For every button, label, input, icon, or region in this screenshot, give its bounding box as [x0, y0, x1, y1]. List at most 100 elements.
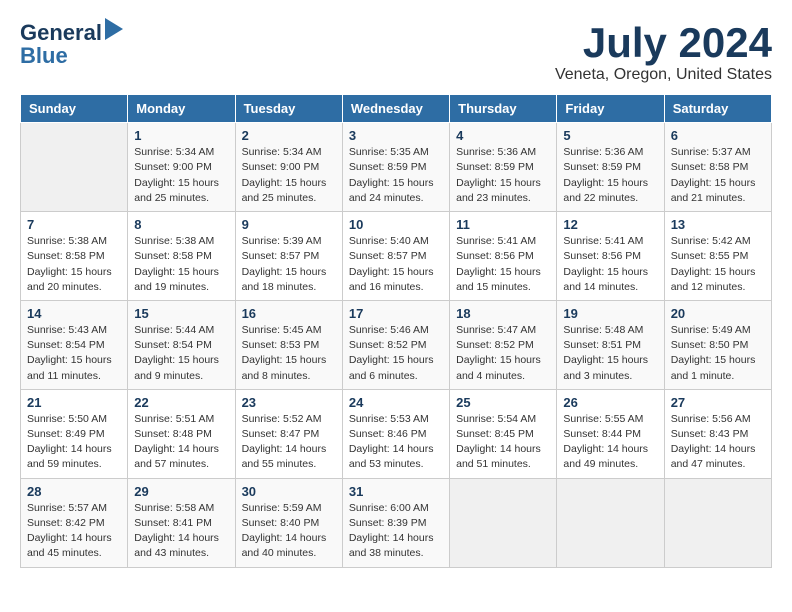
day-info: Sunrise: 5:37 AM Sunset: 8:58 PM Dayligh…	[671, 145, 765, 206]
calendar-day-cell: 11 Sunrise: 5:41 AM Sunset: 8:56 PM Dayli…	[450, 212, 557, 301]
day-info: Sunrise: 5:51 AM Sunset: 8:48 PM Dayligh…	[134, 412, 228, 473]
day-info: Sunrise: 5:44 AM Sunset: 8:54 PM Dayligh…	[134, 323, 228, 384]
day-info: Sunrise: 5:56 AM Sunset: 8:43 PM Dayligh…	[671, 412, 765, 473]
day-number: 7	[27, 217, 121, 232]
calendar-day-cell: 13 Sunrise: 5:42 AM Sunset: 8:55 PM Dayli…	[664, 212, 771, 301]
day-info: Sunrise: 5:34 AM Sunset: 9:00 PM Dayligh…	[242, 145, 336, 206]
day-number: 15	[134, 306, 228, 321]
day-number: 9	[242, 217, 336, 232]
calendar-day-cell: 29 Sunrise: 5:58 AM Sunset: 8:41 PM Dayli…	[128, 478, 235, 567]
calendar-day-cell	[557, 478, 664, 567]
day-number: 14	[27, 306, 121, 321]
day-number: 21	[27, 395, 121, 410]
day-info: Sunrise: 5:57 AM Sunset: 8:42 PM Dayligh…	[27, 501, 121, 562]
day-number: 29	[134, 484, 228, 499]
calendar-day-cell: 12 Sunrise: 5:41 AM Sunset: 8:56 PM Dayli…	[557, 212, 664, 301]
day-of-week-header: Saturday	[664, 95, 771, 123]
calendar-day-cell	[664, 478, 771, 567]
logo-triangle-icon	[105, 18, 123, 45]
calendar-day-cell: 22Sunrise: 5:51 AM Sunset: 8:48 PM Dayli…	[128, 389, 235, 478]
calendar-week-row: 14 Sunrise: 5:43 AM Sunset: 8:54 PM Dayli…	[21, 300, 772, 389]
calendar-day-cell: 26 Sunrise: 5:55 AM Sunset: 8:44 PM Dayli…	[557, 389, 664, 478]
calendar-body: 1 Sunrise: 5:34 AM Sunset: 9:00 PM Daylig…	[21, 123, 772, 567]
day-info: Sunrise: 6:00 AM Sunset: 8:39 PM Dayligh…	[349, 501, 443, 562]
day-info: Sunrise: 5:40 AM Sunset: 8:57 PM Dayligh…	[349, 234, 443, 295]
day-info: Sunrise: 5:46 AM Sunset: 8:52 PM Dayligh…	[349, 323, 443, 384]
day-info: Sunrise: 5:50 AM Sunset: 8:49 PM Dayligh…	[27, 412, 121, 473]
day-number: 24	[349, 395, 443, 410]
calendar-week-row: 28 Sunrise: 5:57 AM Sunset: 8:42 PM Dayli…	[21, 478, 772, 567]
day-number: 28	[27, 484, 121, 499]
day-info: Sunrise: 5:43 AM Sunset: 8:54 PM Dayligh…	[27, 323, 121, 384]
day-number: 12	[563, 217, 657, 232]
day-info: Sunrise: 5:55 AM Sunset: 8:44 PM Dayligh…	[563, 412, 657, 473]
calendar-day-cell: 15 Sunrise: 5:44 AM Sunset: 8:54 PM Dayli…	[128, 300, 235, 389]
day-number: 13	[671, 217, 765, 232]
day-number: 26	[563, 395, 657, 410]
calendar-day-cell: 17 Sunrise: 5:46 AM Sunset: 8:52 PM Dayli…	[342, 300, 449, 389]
calendar-day-cell: 3Sunrise: 5:35 AM Sunset: 8:59 PM Daylig…	[342, 123, 449, 212]
day-info: Sunrise: 5:49 AM Sunset: 8:50 PM Dayligh…	[671, 323, 765, 384]
calendar-week-row: 7 Sunrise: 5:38 AM Sunset: 8:58 PM Daylig…	[21, 212, 772, 301]
day-info: Sunrise: 5:34 AM Sunset: 9:00 PM Dayligh…	[134, 145, 228, 206]
day-info: Sunrise: 5:38 AM Sunset: 8:58 PM Dayligh…	[27, 234, 121, 295]
logo-blue-text: Blue	[20, 43, 68, 68]
day-number: 4	[456, 128, 550, 143]
day-number: 5	[563, 128, 657, 143]
day-number: 23	[242, 395, 336, 410]
calendar-day-cell: 31 Sunrise: 6:00 AM Sunset: 8:39 PM Dayli…	[342, 478, 449, 567]
month-year-title: July 2024	[555, 20, 772, 66]
location-text: Veneta, Oregon, United States	[555, 66, 772, 84]
page-header: General Blue July 2024 Veneta, Oregon, U…	[20, 20, 772, 84]
day-number: 31	[349, 484, 443, 499]
days-of-week-row: SundayMondayTuesdayWednesdayThursdayFrid…	[21, 95, 772, 123]
calendar-day-cell: 16 Sunrise: 5:45 AM Sunset: 8:53 PM Dayli…	[235, 300, 342, 389]
day-info: Sunrise: 5:41 AM Sunset: 8:56 PM Dayligh…	[456, 234, 550, 295]
day-info: Sunrise: 5:58 AM Sunset: 8:41 PM Dayligh…	[134, 501, 228, 562]
day-of-week-header: Thursday	[450, 95, 557, 123]
day-number: 6	[671, 128, 765, 143]
day-number: 11	[456, 217, 550, 232]
day-number: 10	[349, 217, 443, 232]
calendar-day-cell: 1 Sunrise: 5:34 AM Sunset: 9:00 PM Daylig…	[128, 123, 235, 212]
day-number: 16	[242, 306, 336, 321]
day-number: 18	[456, 306, 550, 321]
calendar-week-row: 21 Sunrise: 5:50 AM Sunset: 8:49 PM Dayli…	[21, 389, 772, 478]
day-info: Sunrise: 5:39 AM Sunset: 8:57 PM Dayligh…	[242, 234, 336, 295]
calendar-week-row: 1 Sunrise: 5:34 AM Sunset: 9:00 PM Daylig…	[21, 123, 772, 212]
day-info: Sunrise: 5:48 AM Sunset: 8:51 PM Dayligh…	[563, 323, 657, 384]
calendar-day-cell: 25Sunrise: 5:54 AM Sunset: 8:45 PM Dayli…	[450, 389, 557, 478]
calendar-day-cell: 10 Sunrise: 5:40 AM Sunset: 8:57 PM Dayli…	[342, 212, 449, 301]
day-number: 30	[242, 484, 336, 499]
day-info: Sunrise: 5:41 AM Sunset: 8:56 PM Dayligh…	[563, 234, 657, 295]
calendar-day-cell: 14 Sunrise: 5:43 AM Sunset: 8:54 PM Dayli…	[21, 300, 128, 389]
day-info: Sunrise: 5:47 AM Sunset: 8:52 PM Dayligh…	[456, 323, 550, 384]
day-number: 19	[563, 306, 657, 321]
day-number: 17	[349, 306, 443, 321]
day-info: Sunrise: 5:59 AM Sunset: 8:40 PM Dayligh…	[242, 501, 336, 562]
day-info: Sunrise: 5:53 AM Sunset: 8:46 PM Dayligh…	[349, 412, 443, 473]
day-info: Sunrise: 5:45 AM Sunset: 8:53 PM Dayligh…	[242, 323, 336, 384]
calendar-day-cell: 9 Sunrise: 5:39 AM Sunset: 8:57 PM Daylig…	[235, 212, 342, 301]
day-info: Sunrise: 5:36 AM Sunset: 8:59 PM Dayligh…	[563, 145, 657, 206]
calendar-day-cell: 4 Sunrise: 5:36 AM Sunset: 8:59 PM Daylig…	[450, 123, 557, 212]
day-of-week-header: Tuesday	[235, 95, 342, 123]
day-number: 20	[671, 306, 765, 321]
day-info: Sunrise: 5:38 AM Sunset: 8:58 PM Dayligh…	[134, 234, 228, 295]
calendar-day-cell: 6 Sunrise: 5:37 AM Sunset: 8:58 PM Daylig…	[664, 123, 771, 212]
day-info: Sunrise: 5:42 AM Sunset: 8:55 PM Dayligh…	[671, 234, 765, 295]
day-info: Sunrise: 5:52 AM Sunset: 8:47 PM Dayligh…	[242, 412, 336, 473]
day-number: 27	[671, 395, 765, 410]
calendar-day-cell: 2Sunrise: 5:34 AM Sunset: 9:00 PM Daylig…	[235, 123, 342, 212]
calendar-day-cell: 27 Sunrise: 5:56 AM Sunset: 8:43 PM Dayli…	[664, 389, 771, 478]
day-number: 3	[349, 128, 443, 143]
day-of-week-header: Monday	[128, 95, 235, 123]
day-number: 1	[134, 128, 228, 143]
calendar-day-cell: 5 Sunrise: 5:36 AM Sunset: 8:59 PM Daylig…	[557, 123, 664, 212]
calendar-day-cell: 7 Sunrise: 5:38 AM Sunset: 8:58 PM Daylig…	[21, 212, 128, 301]
day-info: Sunrise: 5:36 AM Sunset: 8:59 PM Dayligh…	[456, 145, 550, 206]
day-of-week-header: Wednesday	[342, 95, 449, 123]
day-number: 25	[456, 395, 550, 410]
day-of-week-header: Sunday	[21, 95, 128, 123]
day-number: 8	[134, 217, 228, 232]
